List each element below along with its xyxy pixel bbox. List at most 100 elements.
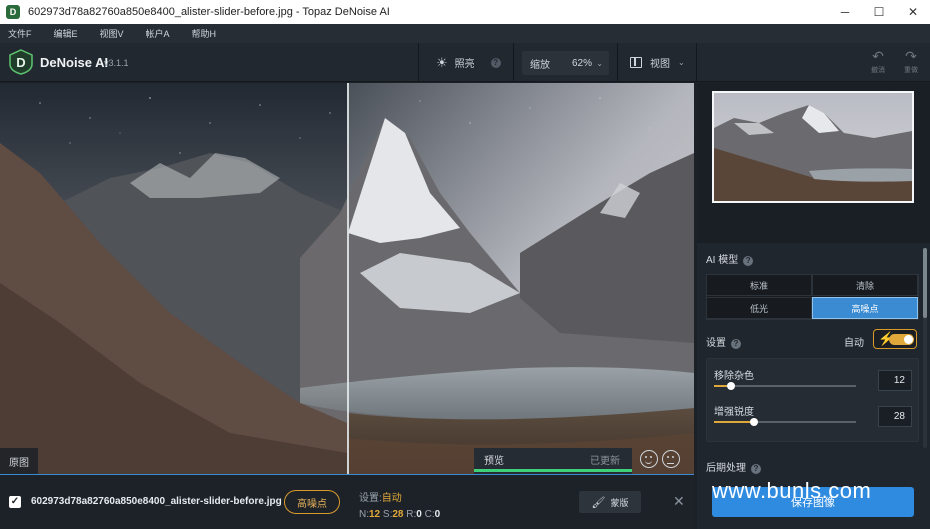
toolbar-divider [696,43,697,82]
model-option-low-light[interactable]: 低光 [706,297,812,319]
toolbar-divider [617,43,618,82]
slider-handle[interactable] [727,382,736,390]
r-label: R: [406,509,417,520]
menu-bar: 文件F 编辑E 视图V 帐户A 帮助H [0,24,930,43]
model-pill[interactable]: 高噪点 [284,490,340,514]
app-version: v3.1.1 [104,58,129,68]
ai-model-title: AI 模型 [706,255,739,266]
menu-file[interactable]: 文件F [8,27,32,40]
remove-noise-label: 移除杂色 [714,371,754,382]
auto-label: 自动 [844,338,864,349]
file-settings-summary: 设置:自动 N:12 S:28 R:0 C:0 [359,489,440,520]
close-window-button[interactable]: ✕ [896,0,930,24]
post-processing-section-title: 后期处理? [706,459,761,474]
c-value: 0 [434,509,441,520]
file-list-bar: ✓ 602973d78a82760a850e8400_alister-slide… [0,474,694,529]
panel-scrollbar[interactable] [923,248,927,448]
chevron-down-icon: ⌄ [596,58,603,68]
sharpen-slider[interactable] [714,418,856,426]
minimize-button[interactable]: ─ [828,0,862,24]
remove-noise-slider[interactable] [714,382,856,390]
n-value: 12 [369,509,381,520]
help-icon[interactable]: ? [751,464,761,474]
smile-face-icon[interactable] [640,450,658,468]
help-icon[interactable]: ? [731,339,741,349]
neutral-face-icon[interactable] [662,450,680,468]
toolbar: D DeNoise AI v3.1.1 ☀ 照亮 ? 缩放 62% ⌄ 视图 ⌄… [0,43,930,82]
right-panel: AI 模型? 标准 清除 低光 高噪点 设置? 自动 ⚡ 移除杂色 12 增强锐… [697,83,930,529]
c-label: C: [424,509,435,520]
brand-name: DeNoise AI [40,55,109,70]
view-label: 视图 [650,59,670,70]
preview-status: 已更新 [590,456,620,467]
preview-status-bar: 预览 已更新 [474,448,632,474]
redo-arrow-icon: ↷ [905,48,917,64]
redo-button[interactable]: ↷ 重做 [899,49,923,75]
auto-toggle[interactable]: ⚡ [873,329,917,349]
svg-text:D: D [16,55,25,70]
s-label: S: [382,509,393,520]
toggle-track [889,334,914,345]
denoise-logo-icon: D [9,49,33,75]
help-icon[interactable]: ? [743,256,754,266]
r-value: 0 [416,509,422,520]
undo-arrow-icon: ↶ [872,48,884,64]
thumbnail-photo [714,93,912,201]
before-after-split-handle[interactable] [347,83,349,474]
ai-model-selector: 标准 清除 低光 高噪点 [706,274,919,320]
mask-button[interactable]: 🖌 蒙版 [579,491,641,513]
undo-label: 撤消 [871,67,885,74]
settings-prefix: 设置: [359,493,382,504]
zoom-label: 缩放 [530,59,550,71]
zoom-select[interactable]: 缩放 62% ⌄ [522,51,609,75]
split-view-icon [630,57,642,68]
view-mode-button[interactable]: 视图 ⌄ [630,43,685,82]
sharpen-label: 增强锐度 [714,407,754,418]
scrollbar-thumb[interactable] [923,248,927,318]
feedback-buttons [640,450,680,468]
file-name: 602973d78a82760a850e8400_alister-slider-… [31,496,282,507]
original-label: 原图 [0,448,38,474]
preview-progress-bar [474,469,632,472]
n-label: N: [359,509,369,520]
window-title-bar: D 602973d78a82760a850e8400_alister-slide… [0,0,930,24]
redo-label: 重做 [904,67,918,74]
zoom-value: 62% [572,57,593,69]
help-icon[interactable]: ? [490,57,501,68]
settings-sliders: 移除杂色 12 增强锐度 28 [706,358,919,442]
sharpen-value[interactable]: 28 [878,406,912,427]
toggle-knob [904,335,913,344]
undo-button[interactable]: ↶ 撤消 [866,49,890,75]
post-processing-title: 后期处理 [706,463,746,474]
app-logo-icon: D [6,5,20,19]
window-title: 602973d78a82760a850e8400_alister-slider-… [28,6,390,18]
s-value: 28 [392,509,404,520]
navigator-thumbnail[interactable] [712,91,914,203]
remove-file-icon[interactable]: ✕ [673,493,685,510]
menu-view[interactable]: 视图V [100,27,124,40]
ai-model-section-title: AI 模型? [706,251,754,266]
brightness-button[interactable]: ☀ 照亮 ? [436,43,501,82]
file-checkbox[interactable]: ✓ [9,496,21,508]
mask-label: 蒙版 [610,497,629,508]
settings-title: 设置 [706,338,726,349]
toolbar-divider [513,43,514,82]
toolbar-divider [418,43,419,82]
image-viewport[interactable] [0,83,694,474]
model-option-severe-noise[interactable]: 高噪点 [812,297,918,319]
menu-edit[interactable]: 编辑E [54,27,78,40]
brightness-label: 照亮 [454,59,475,70]
chevron-down-icon: ⌄ [678,58,685,67]
settings-auto: 自动 [381,493,402,504]
sun-icon: ☀ [436,54,448,70]
slider-fill [714,421,754,423]
settings-section-title: 设置? [706,334,741,349]
watermark-text: www.bunls.com [712,478,872,503]
model-option-clear[interactable]: 清除 [812,274,918,296]
menu-account[interactable]: 帐户A [146,27,170,40]
menu-help[interactable]: 帮助H [192,27,217,40]
slider-handle[interactable] [749,418,758,426]
model-option-standard[interactable]: 标准 [706,274,812,296]
maximize-button[interactable]: ☐ [862,0,896,24]
remove-noise-value[interactable]: 12 [878,370,912,391]
